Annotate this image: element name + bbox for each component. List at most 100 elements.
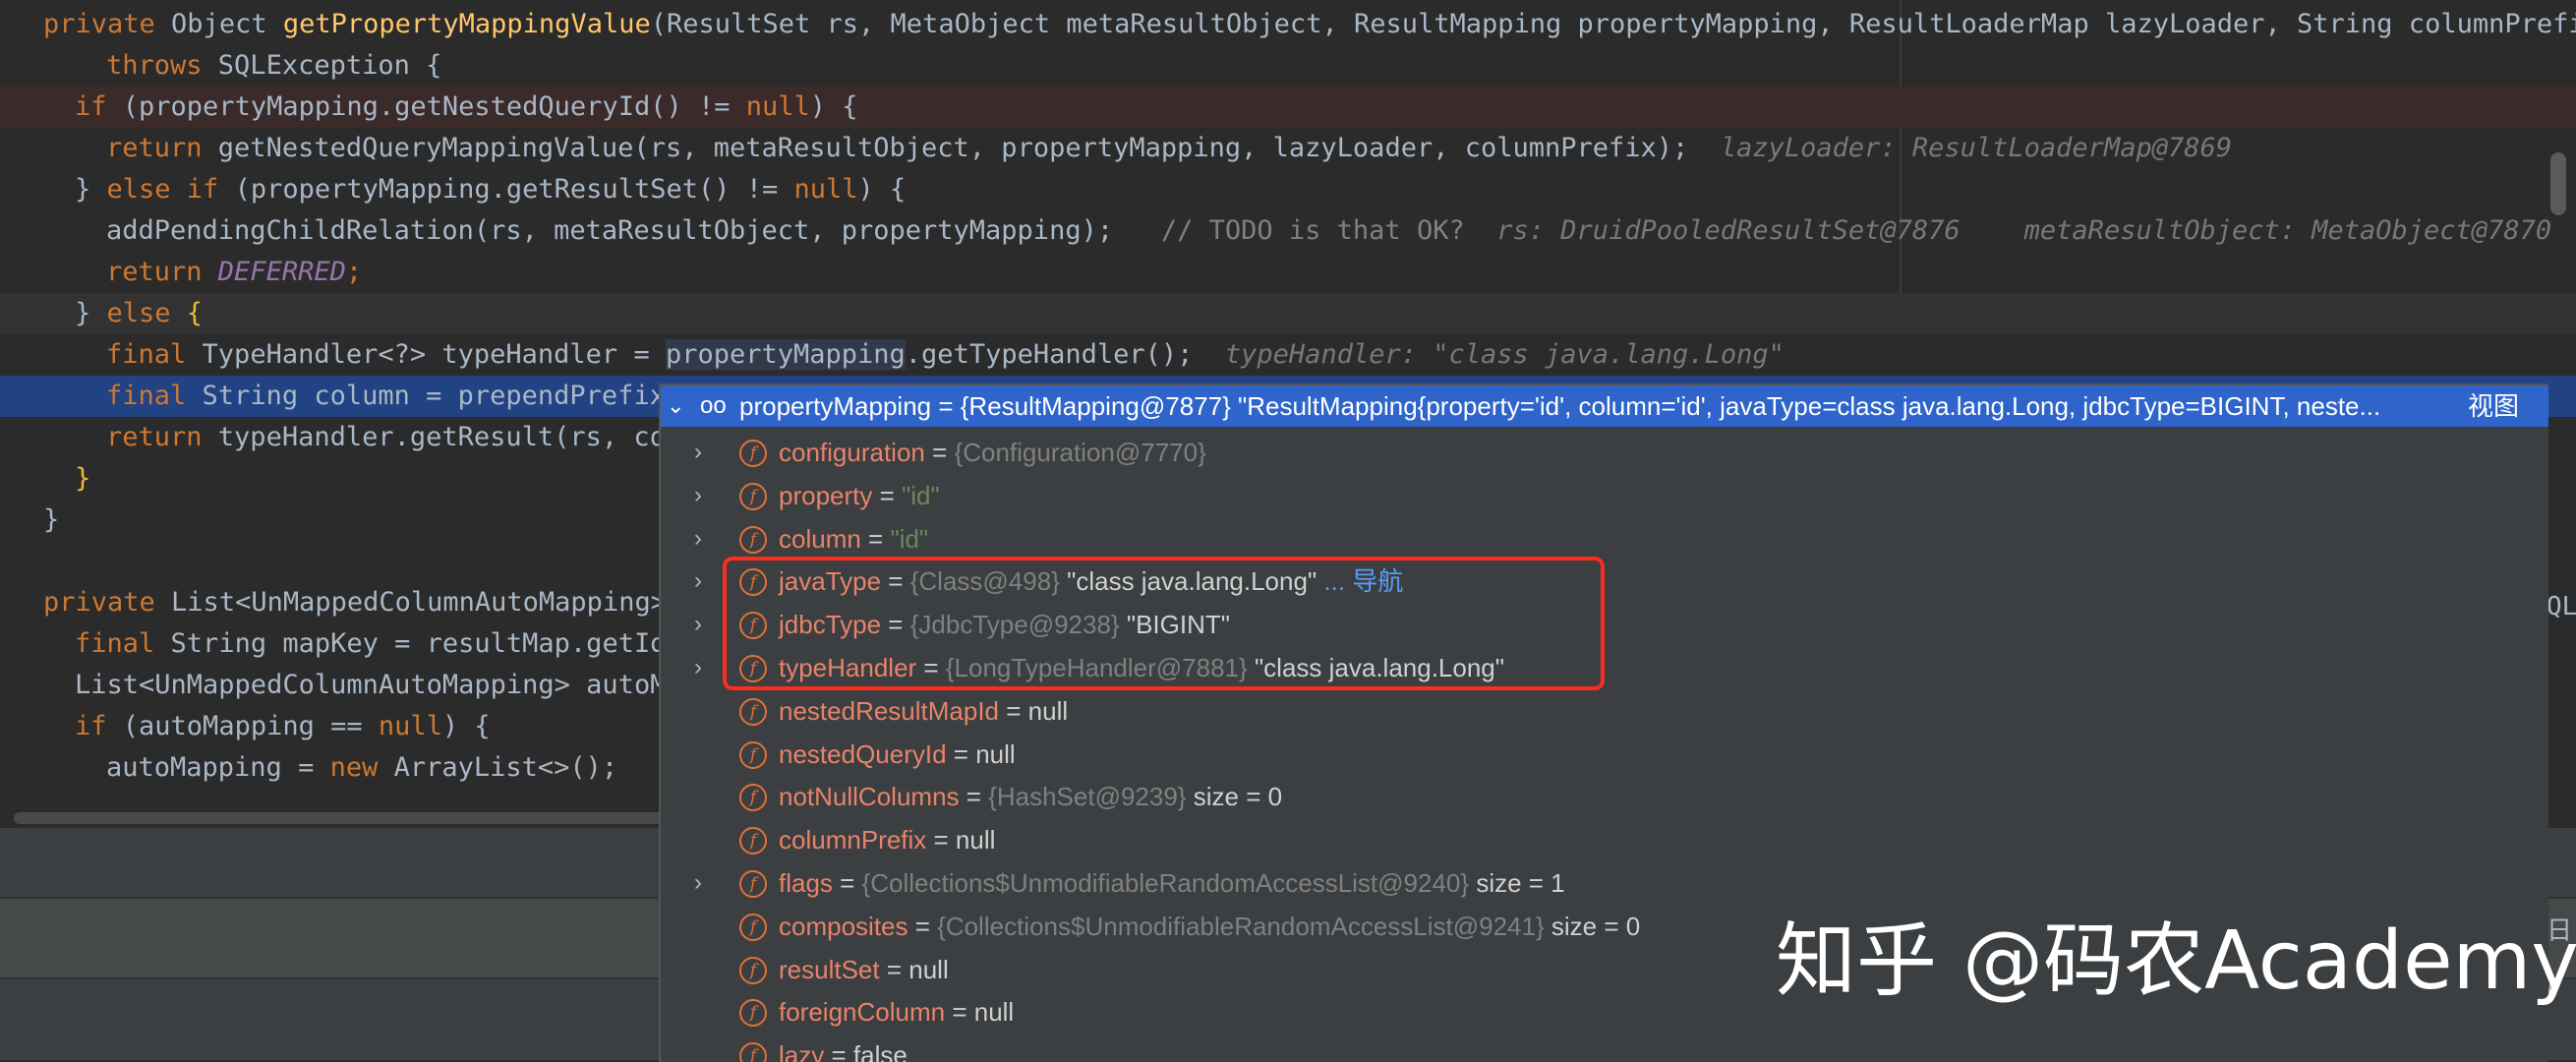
code-line-text: private Object getPropertyMappingValue(R…	[43, 4, 2576, 45]
variable-entry: nestedQueryId = null	[779, 733, 1016, 776]
field-name: flags	[779, 868, 833, 898]
code-line-text: return DEFERRED;	[106, 252, 362, 293]
expand-chevron-icon[interactable]: ›	[694, 861, 702, 905]
expand-chevron-icon[interactable]: ›	[694, 646, 702, 689]
expand-chevron-icon[interactable]: ›	[694, 603, 702, 646]
code-token: (autoMapping ==	[122, 711, 379, 741]
code-token: ) {	[441, 711, 491, 741]
code-line[interactable]: } else {	[0, 293, 2576, 334]
collapse-chevron-icon[interactable]: ⌄	[667, 385, 684, 427]
equals-sign: =	[872, 480, 903, 510]
code-token: final	[75, 628, 171, 659]
code-line-text: private List<UnMappedColumnAutoMapping>	[43, 582, 667, 623]
code-token: Object	[171, 9, 283, 39]
variable-row-column[interactable]: › f column = "id"	[661, 517, 2548, 560]
code-line-text: final String mapKey = resultMap.getId	[75, 623, 666, 665]
field-value: size = 1	[1476, 868, 1565, 898]
code-token: ) {	[857, 174, 907, 205]
code-line[interactable]: } else if (propertyMapping.getResultSet(…	[0, 169, 2576, 210]
code-token: // TODO is that OK?	[1160, 215, 1465, 246]
field-value: size = 0	[1551, 911, 1641, 941]
object-id: {Configuration@7770}	[954, 438, 1206, 467]
code-line-text: if (autoMapping == null) {	[75, 706, 491, 747]
equals-sign: =	[999, 695, 1028, 726]
code-line[interactable]: return getNestedQueryMappingValue(rs, me…	[0, 128, 2576, 169]
code-token: new	[329, 752, 394, 783]
code-token: propertyMapping	[665, 339, 906, 370]
code-token: ) {	[809, 91, 858, 122]
vertical-scrollbar[interactable]	[2550, 152, 2566, 215]
code-token: .getTypeHandler();	[905, 339, 1225, 370]
code-line-text: addPendingChildRelation(rs, metaResultOb…	[106, 210, 2551, 252]
field-name: lazy	[779, 1040, 825, 1062]
field-value: size = 0	[1193, 782, 1283, 812]
code-line[interactable]: throws SQLException {	[0, 45, 2576, 87]
code-token: rs: DruidPooledResultSet@7876 metaResult…	[1496, 215, 2552, 246]
code-line[interactable]: if (propertyMapping.getNestedQueryId() !…	[0, 87, 2576, 128]
variable-entry: resultSet = null	[779, 948, 949, 991]
variable-row-nestedResultMapId[interactable]: f nestedResultMapId = null	[661, 689, 2548, 733]
variable-row-columnPrefix[interactable]: f columnPrefix = null	[661, 818, 2548, 861]
code-token: autoMapping =	[106, 752, 330, 783]
variable-row-nestedQueryId[interactable]: f nestedQueryId = null	[661, 733, 2548, 776]
code-token: return	[106, 257, 218, 287]
code-token: getPropertyMappingValue	[282, 9, 651, 39]
code-token: (propertyMapping.getNestedQueryId() !=	[122, 91, 746, 122]
field-name: nestedResultMapId	[779, 695, 1000, 726]
field-icon: f	[739, 956, 767, 984]
variable-row-configuration[interactable]: › f configuration = {Configuration@7770}	[661, 431, 2548, 474]
field-value: null	[975, 738, 1016, 769]
variable-entry: lazy = false	[779, 1033, 907, 1062]
object-id: {Collections$UnmodifiableRandomAccessLis…	[937, 911, 1545, 941]
highlight-annotation-box	[723, 557, 1605, 690]
view-link[interactable]: 视图	[2468, 385, 2519, 427]
expand-chevron-icon[interactable]: ›	[694, 517, 702, 560]
expand-chevron-icon[interactable]: ›	[694, 431, 702, 474]
code-token: private	[43, 587, 172, 618]
code-token: return	[106, 133, 218, 163]
code-token: }	[43, 504, 60, 535]
code-token: null	[745, 91, 810, 122]
variable-entry: column = "id"	[779, 517, 928, 560]
object-id: {Collections$UnmodifiableRandomAccessLis…	[861, 868, 1470, 898]
code-line-text: return getNestedQueryMappingValue(rs, me…	[106, 128, 2232, 169]
variable-row-notNullColumns[interactable]: f notNullColumns = {HashSet@9239} size = …	[661, 775, 2548, 818]
code-line[interactable]: final TypeHandler<?> typeHandler = prope…	[0, 334, 2576, 376]
code-line[interactable]: addPendingChildRelation(rs, metaResultOb…	[0, 210, 2576, 252]
field-value: null	[908, 954, 949, 984]
expand-chevron-icon[interactable]: ›	[694, 474, 702, 517]
code-token: else if	[106, 174, 235, 205]
code-line-text: } else if (propertyMapping.getResultSet(…	[75, 169, 906, 210]
code-token: SQLException {	[217, 50, 442, 81]
equals-sign: =	[924, 438, 955, 467]
code-token: (ResultSet rs, MetaObject metaResultObje…	[650, 9, 2576, 39]
expand-chevron-icon[interactable]: ›	[694, 560, 702, 603]
code-token: }	[75, 463, 91, 494]
code-line[interactable]: private Object getPropertyMappingValue(R…	[0, 4, 2576, 45]
code-token: }	[75, 298, 107, 328]
field-value: false	[852, 1040, 907, 1062]
code-token: final	[106, 339, 203, 370]
variable-entry: flags = {Collections$UnmodifiableRandomA…	[779, 861, 1565, 905]
code-token: if	[75, 711, 123, 741]
variable-entry: columnPrefix = null	[779, 818, 995, 861]
popup-header-row[interactable]: ⌄ oo propertyMapping = {ResultMapping@78…	[661, 385, 2548, 427]
variable-row-property[interactable]: › f property = "id"	[661, 474, 2548, 517]
field-name: configuration	[779, 438, 925, 467]
code-line-text: final String column = prependPrefix	[106, 376, 666, 417]
code-token: else	[106, 298, 187, 328]
code-token: addPendingChildRelation(rs, metaResultOb…	[106, 215, 1161, 246]
field-icon: f	[739, 525, 767, 554]
code-token: getNestedQueryMappingValue(rs, metaResul…	[217, 133, 1721, 163]
code-token: DEFERRED	[217, 257, 346, 287]
variable-row-lazy[interactable]: f lazy = false	[661, 1033, 2548, 1062]
code-line[interactable]: return DEFERRED;	[0, 252, 2576, 293]
horizontal-scrollbar[interactable]	[14, 812, 663, 824]
field-name: nestedQueryId	[779, 738, 947, 769]
field-icon: f	[739, 870, 767, 898]
code-token: throws	[106, 50, 218, 81]
code-overflow-fragment: QL	[2547, 592, 2576, 621]
field-icon: f	[739, 827, 767, 856]
